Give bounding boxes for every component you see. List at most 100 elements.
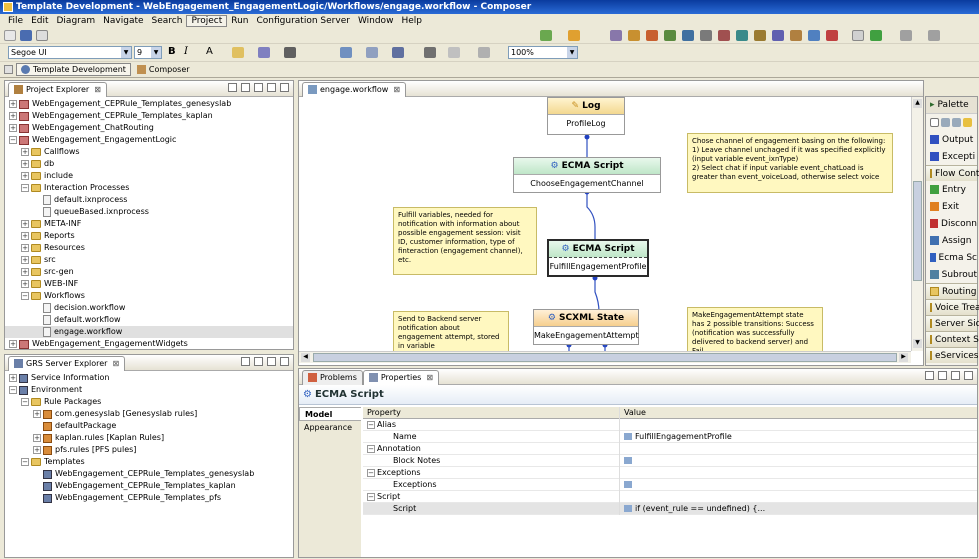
project-tree-item[interactable]: default.ixnprocess (5, 194, 293, 206)
close-icon[interactable]: ⊠ (426, 373, 433, 382)
collapse-icon[interactable]: − (21, 398, 29, 406)
palette-item[interactable]: Output (926, 131, 977, 148)
chevron-down-icon[interactable]: ▼ (567, 47, 577, 58)
property-row[interactable]: Block Notes (363, 454, 977, 467)
expand-icon[interactable]: + (21, 148, 29, 156)
collapse-icon[interactable]: − (367, 468, 375, 477)
font-size-select[interactable]: 9 ▼ (134, 46, 162, 59)
refresh-icon[interactable] (241, 357, 250, 366)
properties-tab[interactable]: Properties ⊠ (362, 369, 440, 385)
expand-icon[interactable]: + (21, 268, 29, 276)
grs-tree-item[interactable]: defaultPackage (5, 420, 293, 432)
scroll-down-icon[interactable]: ▼ (913, 339, 922, 348)
view-menu-icon[interactable] (254, 357, 263, 366)
tool-icon-10[interactable] (772, 30, 784, 41)
scrollbar-thumb[interactable] (913, 181, 922, 281)
tool-icon-2[interactable] (628, 30, 640, 41)
grs-tree-item[interactable]: − Rule Packages (5, 396, 293, 408)
property-value-cell[interactable]: FulfillEngagementProfile (619, 430, 977, 443)
tool-icon-11[interactable] (790, 30, 802, 41)
property-group-row[interactable]: − Alias (363, 418, 977, 431)
menu-project[interactable]: Project (186, 15, 228, 27)
open-perspective-icon[interactable] (4, 65, 13, 74)
value-edit-icon[interactable] (624, 433, 632, 440)
tool-icon-8[interactable] (736, 30, 748, 41)
project-tree-item[interactable]: + include (5, 170, 293, 182)
align-icon[interactable] (366, 47, 378, 58)
palette-item[interactable]: Exit (926, 198, 977, 215)
expand-icon[interactable]: + (21, 256, 29, 264)
palette-category[interactable]: Server Side (926, 315, 979, 331)
project-tree-item[interactable]: + Reports (5, 230, 293, 242)
diagram-canvas[interactable]: ✎ Log ProfileLog ⚙ ECMA Script ChooseEng… (299, 97, 911, 351)
tool-icon-1[interactable] (610, 30, 622, 41)
expand-icon[interactable]: + (9, 112, 17, 120)
tool-icon-7[interactable] (718, 30, 730, 41)
maximize-icon[interactable] (280, 357, 289, 366)
editor-horizontal-scrollbar[interactable]: ◀ ▶ (299, 351, 911, 363)
select-all-icon[interactable] (448, 47, 460, 58)
menu-help[interactable]: Help (397, 16, 426, 26)
pin-icon[interactable] (925, 371, 934, 380)
perspective-composer[interactable]: Composer (133, 64, 194, 75)
column-header-value[interactable]: Value (619, 406, 977, 419)
arrange-icon[interactable] (340, 47, 352, 58)
property-value-cell[interactable]: if (event_rule == undefined) {... (619, 502, 977, 515)
tool-icon-9[interactable] (754, 30, 766, 41)
project-tree-item[interactable]: + db (5, 158, 293, 170)
menu-configuration-server[interactable]: Configuration Server (253, 16, 354, 26)
tool-icon-15[interactable] (870, 30, 882, 41)
note-channel-choice[interactable]: Chose channel of engagement basing on th… (687, 133, 893, 193)
scrollbar-thumb[interactable] (313, 353, 897, 362)
property-row[interactable]: Exceptions (363, 478, 977, 491)
palette-category[interactable]: Voice Trea (926, 299, 979, 315)
editor-tab-engage-workflow[interactable]: engage.workflow ⊠ (302, 81, 407, 97)
property-group-row[interactable]: − Annotation (363, 442, 977, 455)
expand-icon[interactable]: + (33, 446, 41, 454)
menu-run[interactable]: Run (227, 16, 252, 26)
project-tree-item[interactable]: − WebEngagement_EngagementLogic (5, 134, 293, 146)
project-tree-item[interactable]: + META-INF (5, 218, 293, 230)
tool-icon-6[interactable] (700, 30, 712, 41)
ecma-script-node-choose[interactable]: ⚙ ECMA Script ChooseEngagementChannel (513, 157, 661, 193)
collapse-icon[interactable]: − (367, 492, 375, 501)
palette-item[interactable]: Excepti (926, 148, 977, 165)
value-edit-icon[interactable] (624, 481, 632, 488)
project-tree-item[interactable]: + WebEngagement_ChatRouting (5, 122, 293, 134)
select-tool-icon[interactable] (930, 118, 939, 127)
project-tree-item[interactable]: + WebEngagement_EngagementWidgets (5, 338, 293, 350)
tool-icon-14[interactable] (852, 30, 864, 41)
note-fulfill-variables[interactable]: Fulfill variables, needed for notificati… (393, 207, 537, 275)
palette-item[interactable]: Subrout (926, 266, 977, 283)
tool-icon-4[interactable] (664, 30, 676, 41)
menu-window[interactable]: Window (354, 16, 398, 26)
expand-icon[interactable]: + (21, 232, 29, 240)
scroll-right-icon[interactable]: ▶ (899, 353, 908, 362)
distribute-icon[interactable] (392, 47, 404, 58)
grs-tree-item[interactable]: WebEngagement_CEPRule_Templates_kaplan (5, 480, 293, 492)
expand-icon[interactable]: + (21, 160, 29, 168)
ecma-script-node-fulfill[interactable]: ⚙ ECMA Script FulfillEngagementProfile (547, 239, 649, 277)
close-icon[interactable]: ⊠ (112, 359, 119, 368)
arrow-style-icon[interactable] (284, 47, 296, 58)
chevron-down-icon[interactable]: ▼ (121, 47, 131, 58)
collapse-icon[interactable]: − (21, 184, 29, 192)
property-value-cell[interactable] (619, 454, 977, 467)
collapse-icon[interactable]: − (367, 420, 375, 429)
view-menu-icon[interactable] (254, 83, 263, 92)
note-tool-icon[interactable] (963, 118, 972, 127)
snap-icon[interactable] (478, 47, 490, 58)
project-tree-item[interactable]: + WebEngagement_CEPRule_Templates_genesys… (5, 98, 293, 110)
save-icon[interactable] (20, 30, 32, 41)
grs-tree-item[interactable]: + Service Information (5, 372, 293, 384)
palette-category[interactable]: eServices (926, 347, 979, 363)
categories-icon[interactable] (938, 371, 947, 380)
project-tree-item[interactable]: + WEB-INF (5, 278, 293, 290)
scroll-up-icon[interactable]: ▲ (913, 99, 922, 108)
line-color-icon[interactable] (258, 47, 270, 58)
tool-icon-3[interactable] (646, 30, 658, 41)
palette-item[interactable]: Entry (926, 181, 977, 198)
run-icon[interactable] (540, 30, 552, 41)
expand-icon[interactable]: + (33, 410, 41, 418)
project-tree-item[interactable]: + WebEngagement_CEPRule_Templates_kaplan (5, 110, 293, 122)
